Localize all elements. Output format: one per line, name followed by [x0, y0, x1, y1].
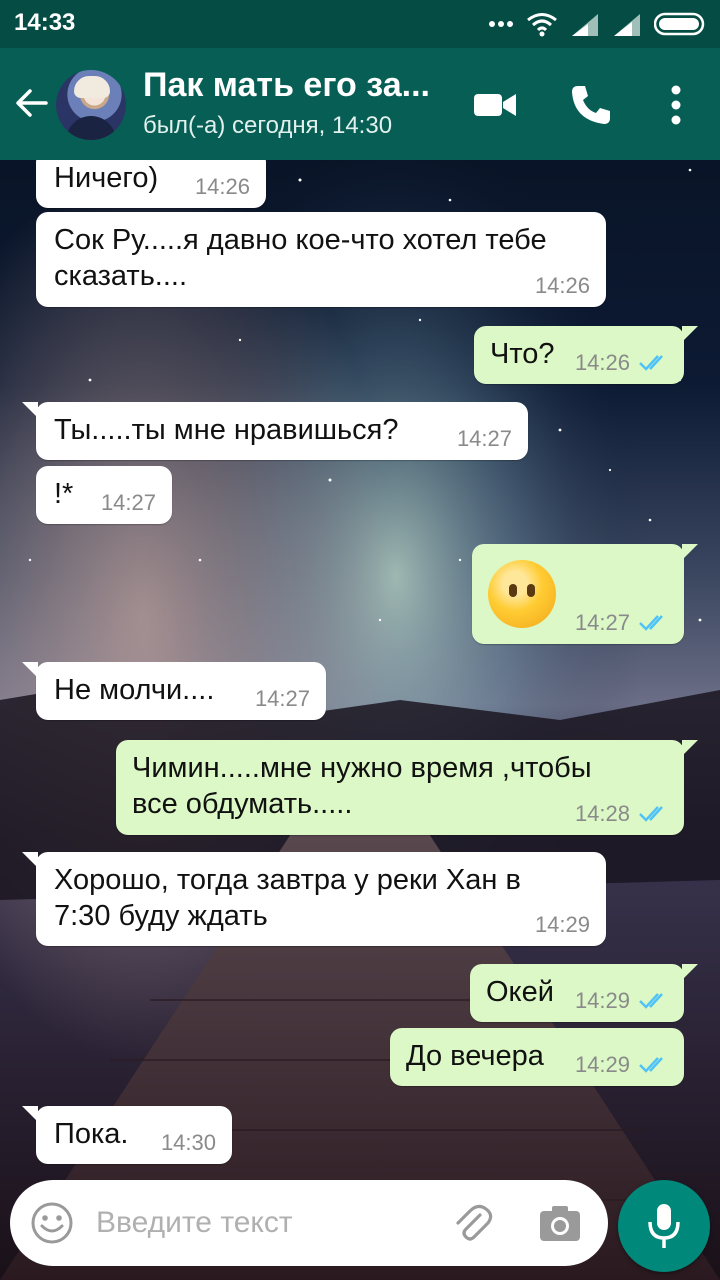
message-text: Ничего)	[54, 162, 159, 194]
message-bubble-incoming[interactable]: Не молчи.... 14:27	[22, 662, 326, 720]
message-time: 14:26	[534, 273, 590, 298]
message-text: Что?	[490, 338, 555, 370]
message-meta: 14:28	[575, 801, 670, 827]
message-bubble-incoming[interactable]: Ты.....ты мне нравишься? 14:27	[22, 402, 528, 460]
message-time: 14:27	[100, 490, 156, 515]
message-bubble-outgoing[interactable]: 14:27	[472, 544, 698, 644]
message-bubble-outgoing[interactable]: Чимин.....мне нужно время ,чтобы все обд…	[116, 740, 698, 835]
message-text: До вечера	[406, 1040, 544, 1072]
message-bubble-outgoing[interactable]: До вечера 14:29	[390, 1028, 684, 1086]
phone-icon[interactable]	[568, 82, 614, 128]
message-bubble-outgoing[interactable]: Что? 14:26	[474, 326, 698, 384]
message-time: 14:27	[574, 610, 630, 635]
face-without-mouth-emoji	[488, 560, 556, 628]
message-input[interactable]: Введите текст	[96, 1206, 293, 1240]
message-meta: 14:27	[575, 610, 670, 636]
contact-name[interactable]: Пак мать его за...	[143, 66, 430, 105]
message-time: 14:29	[534, 912, 590, 937]
message-text-line: все обдумать.....	[132, 788, 353, 820]
message-meta: 14:26	[535, 273, 590, 299]
message-time: 14:30	[160, 1130, 216, 1155]
emoji-icon[interactable]	[30, 1201, 74, 1245]
avatar[interactable]	[56, 70, 126, 140]
message-text: !*	[54, 478, 74, 510]
message-text-line: 7:30 буду ждать	[54, 900, 268, 932]
message-meta: 14:29	[575, 988, 670, 1014]
message-text-line: Сок Ру.....я давно кое-что хотел тебе	[54, 224, 547, 256]
camera-icon[interactable]	[538, 1203, 582, 1243]
message-text: Ты.....ты мне нравишься?	[54, 414, 399, 446]
message-time: 14:27	[456, 426, 512, 451]
double-check-icon	[639, 1057, 663, 1073]
message-input-bar: Введите текст	[10, 1180, 608, 1266]
contact-last-seen: был(-а) сегодня, 14:30	[143, 112, 393, 139]
back-arrow-icon[interactable]	[12, 83, 52, 123]
more-vert-icon[interactable]	[654, 82, 698, 128]
chat-header: Пак мать его за... был(-а) сегодня, 14:3…	[0, 48, 720, 160]
message-meta: 14:27	[101, 490, 156, 516]
message-meta: 14:27	[255, 686, 310, 712]
message-list: Ничего) 14:26 Сок Ру.....я давно кое-что…	[0, 150, 720, 1174]
video-call-icon[interactable]	[472, 82, 518, 128]
message-time: 14:28	[574, 801, 630, 826]
message-time: 14:29	[574, 988, 630, 1013]
message-time: 14:26	[194, 174, 250, 199]
attach-icon[interactable]	[450, 1201, 494, 1245]
message-text-line: Чимин.....мне нужно время ,чтобы	[132, 752, 592, 784]
mic-button[interactable]	[618, 1180, 710, 1272]
message-bubble-incoming[interactable]: Сок Ру.....я давно кое-что хотел тебе ск…	[36, 212, 606, 307]
message-text: Не молчи....	[54, 674, 215, 706]
message-meta: 14:26	[575, 350, 670, 376]
battery-icon	[654, 12, 705, 36]
signal-icon	[572, 14, 598, 36]
message-time: 14:27	[254, 686, 310, 711]
wifi-icon	[527, 13, 557, 37]
double-check-icon	[639, 806, 663, 822]
message-text: Пока.	[54, 1118, 129, 1150]
status-bar: 14:33	[0, 0, 720, 48]
status-icons	[488, 10, 708, 38]
mic-icon	[648, 1204, 680, 1248]
message-bubble-incoming[interactable]: Пока. 14:30	[22, 1106, 232, 1164]
double-check-icon	[639, 355, 663, 371]
message-bubble-incoming[interactable]: Хорошо, тогда завтра у реки Хан в 7:30 б…	[22, 852, 606, 946]
status-time: 14:33	[14, 9, 76, 36]
message-text: Окей	[486, 976, 554, 1008]
message-meta: 14:29	[575, 1052, 670, 1078]
message-bubble-incoming[interactable]: !* 14:27	[36, 466, 172, 524]
message-text-line: сказать....	[54, 260, 188, 292]
signal-icon	[614, 14, 640, 36]
message-bubble-outgoing[interactable]: Окей 14:29	[470, 964, 698, 1022]
message-meta: 14:26	[195, 174, 250, 200]
message-meta: 14:27	[457, 426, 512, 452]
message-time: 14:26	[574, 350, 630, 375]
message-time: 14:29	[574, 1052, 630, 1077]
message-text-line: Хорошо, тогда завтра у реки Хан в	[54, 864, 521, 896]
more-dots-icon	[489, 21, 513, 27]
message-meta: 14:30	[161, 1130, 216, 1156]
message-meta: 14:29	[535, 912, 590, 938]
double-check-icon	[639, 615, 663, 631]
double-check-icon	[639, 993, 663, 1009]
